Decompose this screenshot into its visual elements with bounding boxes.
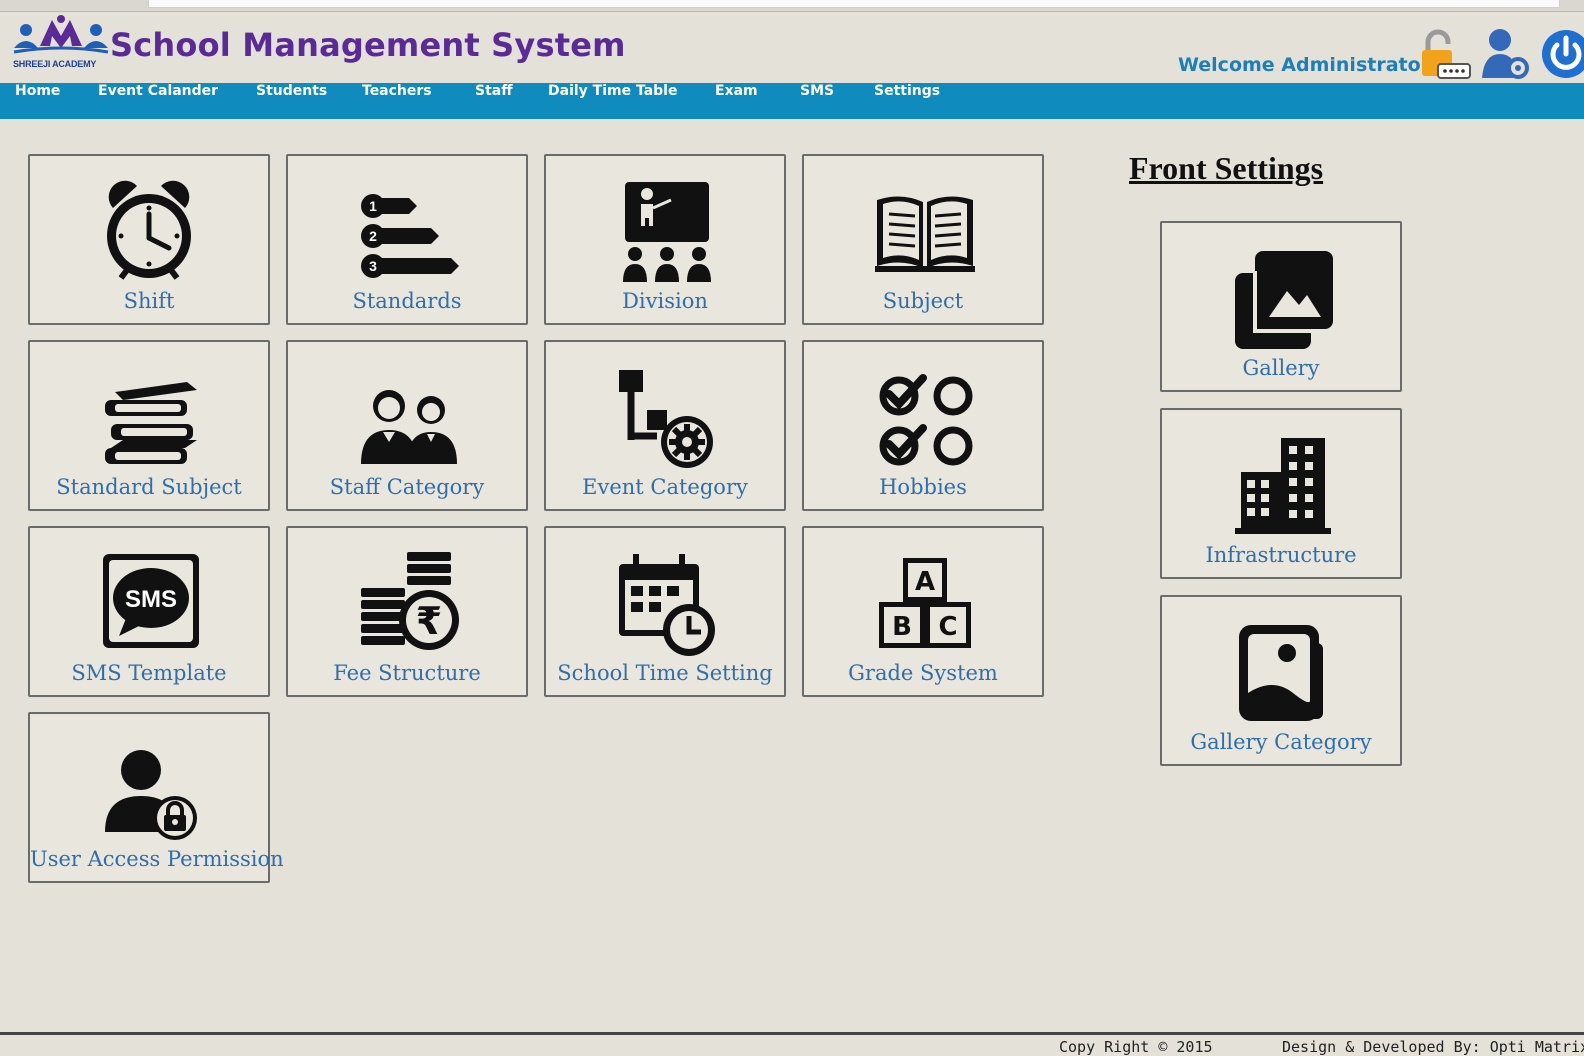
nav-item-event-calander[interactable]: Event Calander [98,83,218,119]
tile-shift[interactable]: Shift [28,154,270,325]
app-title: School Management System [110,26,626,64]
tile-grade-system[interactable]: A B C Grade System [802,526,1044,697]
logout-power-icon[interactable] [1540,26,1584,80]
tile-label: Standard Subject [56,475,242,499]
calendar-clock-icon [619,554,715,656]
user-settings-icon[interactable] [1480,26,1532,80]
tile-label: Infrastructure [1205,543,1357,567]
tile-label: Grade System [848,661,998,685]
change-password-icon[interactable] [1420,26,1472,80]
svg-text:2: 2 [369,228,377,244]
abc-blocks-icon: A B C [879,558,971,648]
tile-label: User Access Permission [30,847,284,871]
tile-standards[interactable]: 1 2 3 Standards [286,154,528,325]
tile-subject[interactable]: Subject [802,154,1044,325]
copyright-text: Copy Right © 2015 [1059,1038,1213,1056]
tile-label: Subject [882,289,964,313]
tile-label: Gallery [1242,356,1320,380]
tile-event-category[interactable]: Event Category [544,340,786,511]
tile-staff-category[interactable]: Staff Category [286,340,528,511]
tile-gallery-category[interactable]: Gallery Category [1160,595,1402,766]
main-nav: Home Event Calander Students Teachers St… [0,83,1584,119]
tile-label: Shift [123,289,175,313]
tile-school-time-setting[interactable]: School Time Setting [544,526,786,697]
nav-item-home[interactable]: Home [15,83,60,119]
book-stack-icon [105,382,197,464]
tile-infrastructure[interactable]: Infrastructure [1160,408,1402,579]
developer-text: Design & Developed By: Opti Matrix 1. [1282,1038,1584,1056]
nav-item-settings[interactable]: Settings [874,83,940,119]
tile-label: Division [622,289,708,313]
nav-item-exam[interactable]: Exam [715,83,758,119]
people-icon [361,390,457,464]
browser-bar [0,0,1584,12]
svg-text:C: C [938,612,957,642]
tile-label: Standards [352,289,462,313]
numbered-list-icon: 1 2 3 [361,194,459,278]
address-bar[interactable] [148,0,1560,8]
tile-label: Hobbies [879,475,967,499]
nav-item-daily-time-table[interactable]: Daily Time Table [548,83,677,119]
site-header: SHREEJI ACADEMY School Management System… [0,12,1584,83]
tile-label: Event Category [582,475,748,499]
svg-text:B: B [892,612,912,642]
tile-label: Gallery Category [1190,730,1372,754]
tile-user-access-permission[interactable]: User Access Permission [28,712,284,883]
tile-label: Staff Category [329,475,485,499]
user-lock-icon [105,750,197,840]
tile-standard-subject[interactable]: Standard Subject [28,340,270,511]
hierarchy-gear-icon [619,370,713,468]
tile-hobbies[interactable]: Hobbies [802,340,1044,511]
coins-rupee-icon: ₹ [361,552,459,650]
nav-item-teachers[interactable]: Teachers [362,83,432,119]
svg-text:A: A [915,567,935,597]
tile-gallery[interactable]: Gallery [1160,221,1402,392]
logo-icon [13,15,109,54]
gallery-icon [1235,251,1333,349]
tile-division[interactable]: Division [544,154,786,325]
svg-text:3: 3 [369,258,377,274]
tile-label: SMS Template [71,661,227,685]
building-icon [1235,438,1331,534]
nav-item-sms[interactable]: SMS [800,83,834,119]
logo-text: SHREEJI ACADEMY [13,59,97,69]
front-settings-title: Front Settings [1129,150,1324,186]
svg-text:1: 1 [369,198,377,214]
tile-fee-structure[interactable]: ₹ Fee Structure [286,526,528,697]
footer: Copy Right © 2015 Design & Developed By:… [0,1032,1584,1056]
tile-label: School Time Setting [557,661,773,685]
tile-sms-template[interactable]: SMS SMS Template [28,526,270,697]
open-book-icon [875,196,975,272]
alarm-clock-icon [107,180,191,280]
welcome-text: Welcome Administrator [1178,54,1431,76]
picture-icon [1239,625,1323,721]
classroom-icon [623,182,711,282]
nav-item-staff[interactable]: Staff [475,83,513,119]
tile-label: Fee Structure [333,661,481,685]
checklist-icon [879,374,973,466]
logo: SHREEJI ACADEMY [12,14,110,72]
sms-icon: SMS [103,554,199,648]
nav-item-students[interactable]: Students [256,83,327,119]
svg-text:₹: ₹ [416,599,442,643]
svg-text:SMS: SMS [125,586,177,613]
